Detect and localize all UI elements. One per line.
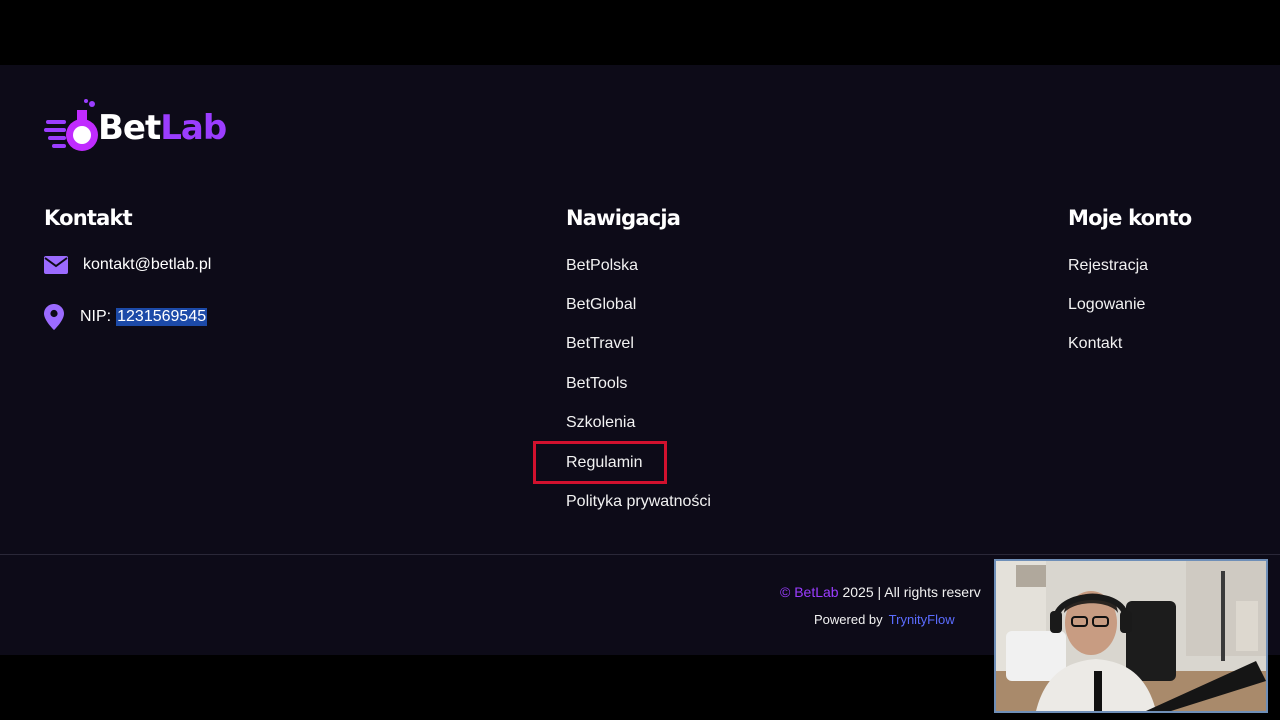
account-heading: Moje konto bbox=[1068, 206, 1192, 230]
envelope-icon bbox=[44, 256, 68, 274]
navigation-heading: Nawigacja bbox=[566, 206, 681, 230]
contact-nip-row: NIP: 1231569545 bbox=[44, 304, 208, 330]
account-link-rejestracja[interactable]: Rejestracja bbox=[1068, 257, 1148, 275]
nip-value: 1231569545 bbox=[116, 308, 208, 326]
nav-link-betglobal[interactable]: BetGlobal bbox=[566, 296, 636, 314]
regulamin-highlight-box bbox=[533, 441, 667, 484]
powered-label: Powered by bbox=[814, 612, 883, 627]
nav-link-bettools[interactable]: BetTools bbox=[566, 375, 627, 393]
contact-email-row[interactable]: kontakt@betlab.pl bbox=[44, 256, 211, 274]
copyright: © BetLab 2025 | All rights reserv bbox=[780, 584, 981, 600]
nav-link-betpolska[interactable]: BetPolska bbox=[566, 257, 638, 275]
copyright-brand[interactable]: BetLab bbox=[794, 584, 838, 600]
contact-email[interactable]: kontakt@betlab.pl bbox=[83, 256, 211, 274]
betlab-logo[interactable]: BetLab bbox=[44, 98, 227, 158]
footer-divider bbox=[0, 554, 1280, 555]
nav-link-polityka-prywatnosci[interactable]: Polityka prywatności bbox=[566, 493, 711, 511]
account-link-kontakt[interactable]: Kontakt bbox=[1068, 335, 1122, 353]
nav-link-bettravel[interactable]: BetTravel bbox=[566, 335, 634, 353]
nav-link-szkolenia[interactable]: Szkolenia bbox=[566, 414, 635, 432]
copyright-symbol: © bbox=[780, 584, 791, 600]
contact-heading: Kontakt bbox=[44, 206, 133, 230]
webcam-person-image bbox=[996, 561, 1266, 711]
location-pin-icon bbox=[44, 304, 64, 330]
nip-label: NIP: bbox=[80, 308, 112, 325]
logo-text: BetLab bbox=[98, 108, 227, 148]
flask-logo-icon bbox=[44, 99, 98, 151]
account-link-logowanie[interactable]: Logowanie bbox=[1068, 296, 1145, 314]
powered-brand-link[interactable]: TrynityFlow bbox=[889, 612, 955, 627]
powered-by: Powered by TrynityFlow bbox=[814, 612, 955, 627]
copyright-text: 2025 | All rights reserv bbox=[842, 584, 981, 600]
webcam-overlay bbox=[994, 559, 1268, 713]
